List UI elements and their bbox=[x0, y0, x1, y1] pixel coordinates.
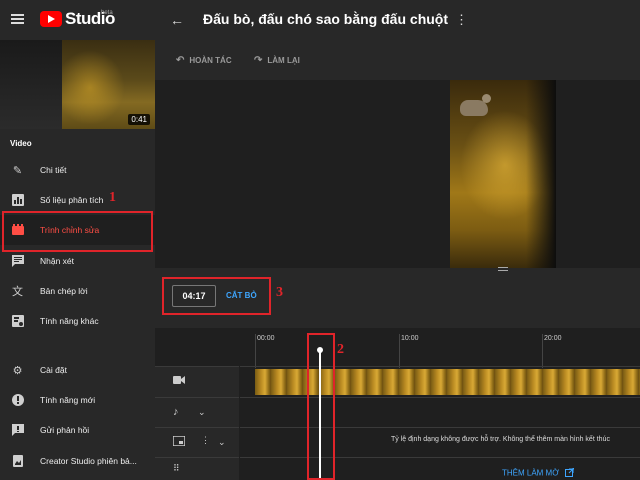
music-note-icon: ♪ bbox=[173, 406, 179, 418]
sidebar-item-transcripts[interactable]: 文 Bản chép lời bbox=[0, 276, 155, 306]
annotation-number: 2 bbox=[337, 342, 344, 357]
ruler-tick bbox=[255, 334, 256, 368]
track-header-video bbox=[155, 366, 239, 397]
sidebar-item-label: Creator Studio phiên bả... bbox=[40, 456, 137, 466]
sidebar-item-label: Tính năng khác bbox=[40, 316, 99, 326]
sidebar-item-classic-studio[interactable]: Creator Studio phiên bả... bbox=[0, 446, 155, 476]
beta-badge: beta bbox=[101, 10, 113, 16]
sidebar-item-settings[interactable]: ⚙ Cài đặt bbox=[0, 355, 155, 385]
video-camera-icon bbox=[173, 375, 185, 388]
trim-row: 04:17 CẮT BỎ 3 bbox=[155, 272, 640, 328]
blur-track[interactable] bbox=[240, 457, 640, 480]
sidebar-section-title: Video bbox=[10, 139, 32, 148]
redo-icon: ↷ bbox=[254, 55, 263, 66]
ruler-tick bbox=[399, 334, 400, 368]
page-title: Đấu bò, đấu chó sao bằng đấu chuột bbox=[203, 11, 449, 27]
whats-new-icon bbox=[11, 394, 24, 407]
subtitles-icon: 文 bbox=[12, 286, 23, 298]
ruler-tick bbox=[542, 334, 543, 368]
sidebar-item-label: Số liệu phân tích bbox=[40, 195, 104, 205]
youtube-logo-icon[interactable] bbox=[40, 11, 62, 27]
annotation-number: 3 bbox=[276, 285, 283, 300]
video-preview[interactable] bbox=[450, 80, 556, 268]
track-header-audio: ♪ ⌄ bbox=[155, 397, 239, 427]
drag-handle-icon[interactable] bbox=[498, 267, 508, 271]
sidebar-item-label: Tính năng mới bbox=[40, 395, 96, 405]
comments-icon bbox=[11, 255, 24, 268]
redo-button[interactable]: ↷ LÀM LẠI bbox=[254, 55, 300, 66]
track-header-blur: ⠿ bbox=[155, 457, 239, 480]
sidebar-item-label: Gửi phản hồi bbox=[40, 425, 90, 435]
undo-label: HOÀN TÁC bbox=[189, 56, 232, 65]
video-preview-area bbox=[155, 80, 640, 268]
annotation-box-trim bbox=[162, 277, 271, 315]
undo-button[interactable]: ↶ HOÀN TÁC bbox=[176, 55, 232, 66]
sidebar-item-label: Cài đặt bbox=[40, 365, 67, 375]
ruler-label: 10:00 bbox=[401, 335, 419, 342]
add-blur-button[interactable]: THÊM LÀM MỜ bbox=[502, 467, 575, 479]
track-header-endscreen: ⋮ ⌄ bbox=[155, 427, 239, 457]
sidebar-item-feedback[interactable]: Gửi phản hồi bbox=[0, 415, 155, 445]
audio-track[interactable] bbox=[240, 397, 640, 427]
classic-studio-icon bbox=[11, 455, 24, 468]
settings-icon: ⚙ bbox=[12, 364, 23, 377]
back-arrow-icon[interactable]: ← bbox=[170, 12, 184, 28]
header: ← Đấu bò, đấu chó sao bằng đấu chuột ⋮ bbox=[155, 0, 640, 40]
ruler-label: 20:00 bbox=[544, 335, 562, 342]
more-options-icon[interactable]: ⋮ bbox=[201, 435, 210, 446]
sidebar-item-details[interactable]: ✎ Chi tiết bbox=[0, 155, 155, 185]
menu-icon[interactable] bbox=[11, 14, 24, 24]
dog-figure bbox=[460, 94, 491, 116]
editor-toolbar: ↶ HOÀN TÁC ↷ LÀM LẠI bbox=[155, 40, 640, 80]
pencil-icon: ✎ bbox=[12, 164, 23, 177]
chevron-down-icon[interactable]: ⌄ bbox=[218, 437, 226, 448]
annotation-box-playhead bbox=[307, 333, 335, 480]
end-screen-icon bbox=[172, 435, 186, 449]
endscreen-unsupported-note: Tỷ lệ định dạng không được hỗ trợ. Không… bbox=[391, 436, 610, 443]
sidebar: Studio beta 0:41 Video ✎ Chi tiết Số liệ… bbox=[0, 0, 155, 480]
annotation-number: 1 bbox=[109, 190, 116, 205]
sidebar-item-label: Bản chép lời bbox=[40, 286, 88, 296]
brand-bar: Studio beta bbox=[0, 0, 155, 40]
blur-icon: ⠿ bbox=[173, 463, 180, 473]
external-link-icon bbox=[565, 467, 575, 479]
annotation-box-editor bbox=[2, 211, 153, 252]
video-thumbnail[interactable]: 0:41 bbox=[0, 40, 155, 129]
ruler-label: 00:00 bbox=[257, 335, 275, 342]
undo-icon: ↶ bbox=[176, 55, 185, 66]
feedback-icon bbox=[11, 424, 24, 437]
add-blur-label: THÊM LÀM MỜ bbox=[502, 468, 560, 478]
timeline: 00:00 10:00 20:00 ♪ ⌄ ⋮ ⌄ ⠿ Tỷ lệ định d… bbox=[155, 328, 640, 480]
chevron-down-icon[interactable]: ⌄ bbox=[198, 407, 206, 418]
other-features-icon bbox=[11, 315, 24, 328]
sidebar-item-whats-new[interactable]: Tính năng mới bbox=[0, 385, 155, 415]
thumbnail-duration: 0:41 bbox=[128, 114, 150, 125]
sidebar-item-label: Nhận xét bbox=[40, 256, 75, 266]
redo-label: LÀM LẠI bbox=[267, 56, 300, 65]
sidebar-item-other-features[interactable]: Tính năng khác bbox=[0, 306, 155, 336]
more-options-icon[interactable]: ⋮ bbox=[455, 12, 468, 28]
sidebar-item-label: Chi tiết bbox=[40, 165, 67, 175]
analytics-icon bbox=[11, 194, 24, 207]
